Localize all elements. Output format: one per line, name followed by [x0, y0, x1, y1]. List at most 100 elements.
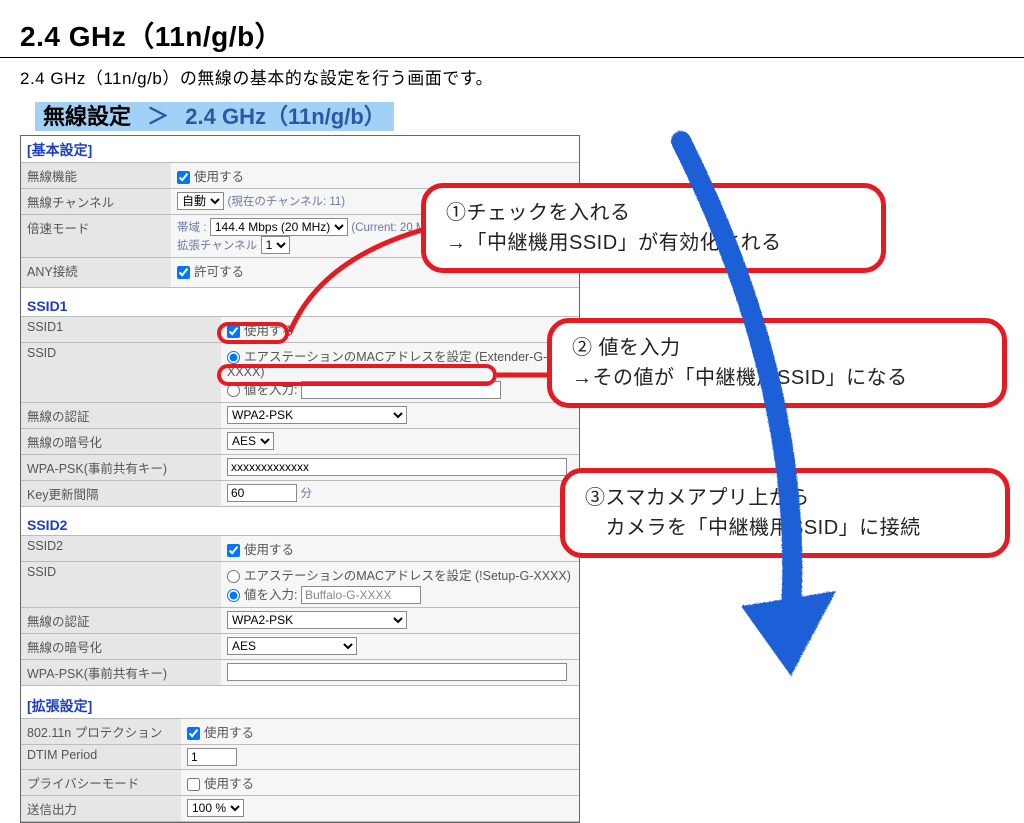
ext-r1-use-text: 使用する	[204, 726, 254, 740]
ssid2-mac-text: エアステーションのMACアドレスを設定 (!Setup-G-XXXX)	[244, 569, 571, 583]
ssid2-input-radio-label[interactable]: 値を入力:	[227, 588, 297, 602]
ext-r4-select[interactable]: 100 %	[187, 799, 244, 817]
speed-ext-label: 拡張チャンネル	[177, 240, 257, 252]
radio-use-label[interactable]: 使用する	[177, 170, 244, 184]
ssid1-enc-select[interactable]: AES	[227, 432, 274, 450]
ssid2-enc-label: 無線の暗号化	[21, 634, 221, 660]
ssid2-input-radio[interactable]	[227, 589, 240, 602]
radio-label: 無線機能	[21, 163, 171, 189]
ssid1-header: SSID1	[21, 288, 579, 316]
any-checkbox[interactable]	[177, 266, 190, 279]
ssid1-key-input[interactable]	[227, 484, 297, 502]
breadcrumb-left-text: 無線設定	[43, 104, 131, 129]
table-row: DTIM Period	[21, 745, 579, 770]
page-title: 2.4 GHz（11n/g/b）	[0, 0, 1024, 58]
page-description: 2.4 GHz（11n/g/b）の無線の基本的な設定を行う画面です。	[0, 58, 1024, 99]
any-allow-label[interactable]: 許可する	[177, 265, 244, 279]
highlight-ssid1-value-input	[217, 364, 497, 386]
speed-band-label: 帯域 :	[177, 222, 206, 234]
ext-r2-input[interactable]	[187, 748, 237, 766]
table-row: 送信出力 100 %	[21, 796, 579, 822]
ssid2-enc-value: AES	[221, 634, 579, 660]
any-label: ANY接続	[21, 258, 171, 288]
ssid1-psk-value	[221, 455, 579, 481]
table-row: プライバシーモード 使用する	[21, 770, 579, 796]
breadcrumb-sep: ＞	[137, 104, 179, 129]
ssid2-checkbox[interactable]	[227, 544, 240, 557]
ssid2-input-field[interactable]	[301, 586, 421, 604]
arrow-shaft	[680, 140, 791, 610]
ext-table: 802.11n プロテクション 使用する DTIM Period プライバシーモ…	[21, 718, 579, 822]
channel-select[interactable]: 自動	[177, 192, 224, 210]
radio-checkbox[interactable]	[177, 171, 190, 184]
ext-r1-use-label[interactable]: 使用する	[187, 726, 254, 740]
speed-label: 倍速モード	[21, 215, 171, 258]
table-row: 802.11n プロテクション 使用する	[21, 719, 579, 745]
ssid1-psk-input[interactable]	[227, 458, 567, 476]
ext-r1-label: 802.11n プロテクション	[21, 719, 181, 745]
ext-r3-value: 使用する	[181, 770, 579, 796]
any-allow-text: 許可する	[194, 265, 244, 279]
ssid2-auth-label: 無線の認証	[21, 608, 221, 634]
ext-r3-label: プライバシーモード	[21, 770, 181, 796]
ssid2-enable-value: 使用する	[221, 536, 579, 562]
ssid2-mac-radio-label[interactable]: エアステーションのMACアドレスを設定 (!Setup-G-XXXX)	[227, 569, 571, 583]
ssid1-auth-select[interactable]: WPA2-PSK	[227, 406, 407, 424]
ssid1-enc-label: 無線の暗号化	[21, 429, 221, 455]
ext-r3-use-text: 使用する	[204, 777, 254, 791]
ext-header: [拡張設定]	[21, 686, 579, 718]
ssid1-key-value: 分	[221, 481, 579, 507]
table-row: 無線の暗号化 AES	[21, 429, 579, 455]
ssid1-enc-value: AES	[221, 429, 579, 455]
ssid2-table: SSID2 使用する SSID エアステーションのMACアドレスを設定 (!Se…	[21, 535, 579, 686]
table-row: 無線の暗号化 AES	[21, 634, 579, 660]
ssid2-enc-select[interactable]: AES	[227, 637, 357, 655]
basic-header: [基本設定]	[21, 136, 579, 162]
arrow-head-icon	[740, 590, 835, 675]
ssid1-table: SSID1 使用する SSID エアステーションのMACアドレスを設定 (Ext…	[21, 316, 579, 507]
ssid2-mac-radio[interactable]	[227, 570, 240, 583]
highlight-ssid1-checkbox	[217, 322, 289, 344]
ssid2-psk-input[interactable]	[227, 663, 567, 681]
breadcrumb-right: 2.4 GHz（11n/g/b）	[185, 104, 386, 129]
channel-label: 無線チャンネル	[21, 189, 171, 215]
ssid2-enable-label: SSID2	[21, 536, 221, 562]
ext-r4-value: 100 %	[181, 796, 579, 822]
ext-r3-use-label[interactable]: 使用する	[187, 777, 254, 791]
table-row: WPA-PSK(事前共有キー)	[21, 660, 579, 686]
ssid2-use-label[interactable]: 使用する	[227, 543, 294, 557]
ssid2-header: SSID2	[21, 507, 579, 535]
ssid2-input-text: 値を入力:	[244, 588, 297, 602]
ssid1-ssid-label: SSID	[21, 343, 221, 403]
breadcrumb: 無線設定 ＞ 2.4 GHz（11n/g/b）	[35, 99, 1024, 131]
ssid2-ssid-value: エアステーションのMACアドレスを設定 (!Setup-G-XXXX) 値を入力…	[221, 562, 579, 608]
ext-r3-checkbox[interactable]	[187, 778, 200, 791]
table-row: SSID2 使用する	[21, 536, 579, 562]
ssid2-psk-value	[221, 660, 579, 686]
table-row: SSID エアステーションのMACアドレスを設定 (!Setup-G-XXXX)…	[21, 562, 579, 608]
table-row: WPA-PSK(事前共有キー)	[21, 455, 579, 481]
ssid2-use-text: 使用する	[244, 543, 294, 557]
ssid2-auth-value: WPA2-PSK	[221, 608, 579, 634]
ssid1-enable-label: SSID1	[21, 317, 221, 343]
ext-r4-label: 送信出力	[21, 796, 181, 822]
ssid1-key-label: Key更新間隔	[21, 481, 221, 507]
table-row: SSID1 使用する	[21, 317, 579, 343]
speed-band-select[interactable]: 144.4 Mbps (20 MHz)	[210, 218, 348, 236]
ext-r2-value	[181, 745, 579, 770]
speed-ext-select[interactable]: 1	[261, 236, 290, 254]
ssid1-auth-value: WPA2-PSK	[221, 403, 579, 429]
table-row: 無線の認証 WPA2-PSK	[21, 403, 579, 429]
ssid1-mac-radio[interactable]	[227, 351, 240, 364]
channel-note: (現在のチャンネル: 11)	[227, 196, 345, 208]
breadcrumb-left: 無線設定 ＞ 2.4 GHz（11n/g/b）	[35, 102, 394, 131]
ext-r1-value: 使用する	[181, 719, 579, 745]
ext-r1-checkbox[interactable]	[187, 727, 200, 740]
ssid2-auth-select[interactable]: WPA2-PSK	[227, 611, 407, 629]
ssid1-key-unit: 分	[300, 488, 312, 500]
ssid2-ssid-label: SSID	[21, 562, 221, 608]
radio-use-text: 使用する	[194, 170, 244, 184]
ssid1-input-radio[interactable]	[227, 384, 240, 397]
table-row: Key更新間隔 分	[21, 481, 579, 507]
arrow-svg	[620, 130, 880, 700]
